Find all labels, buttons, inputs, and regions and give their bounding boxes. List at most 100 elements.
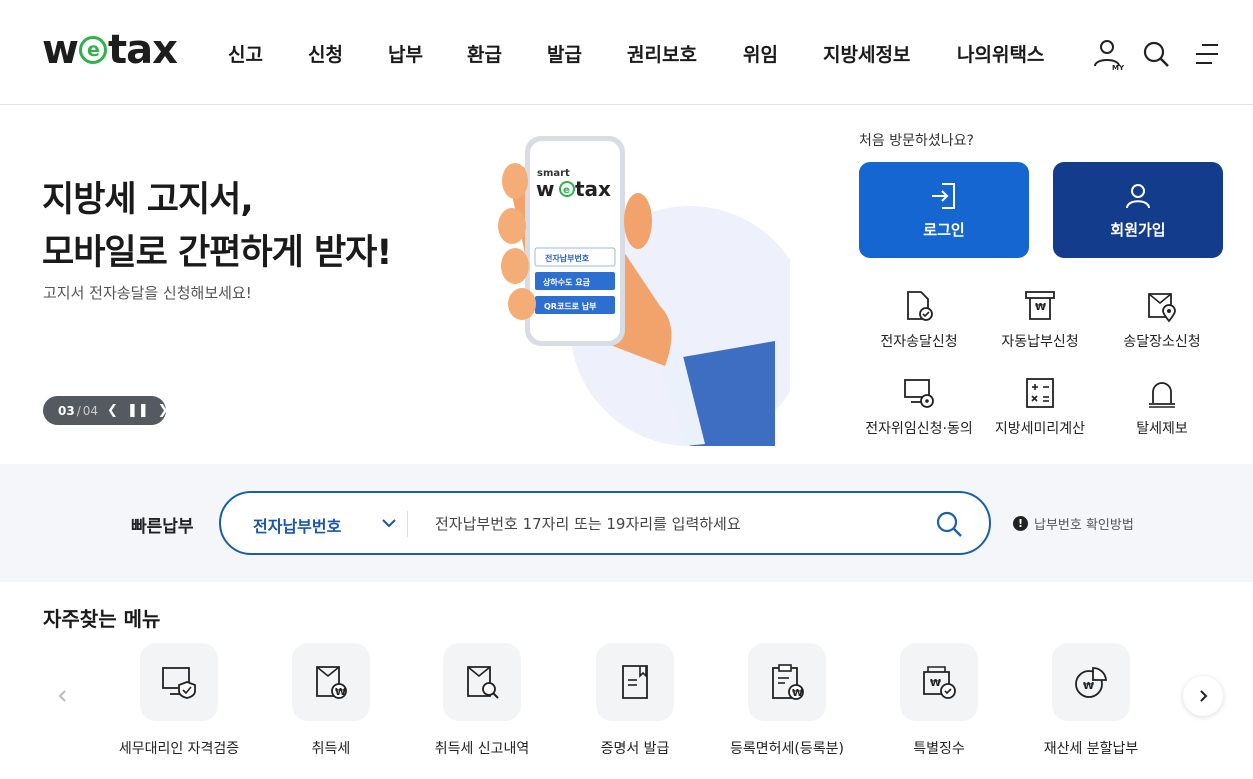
- alert-icon: !: [1013, 516, 1028, 531]
- menu-label: 증명서 발급: [600, 741, 670, 757]
- wetax-logo[interactable]: w e tax: [42, 27, 178, 73]
- quick-pay-label: 빠른납부: [131, 517, 194, 537]
- nav-issue[interactable]: 발급: [547, 40, 582, 67]
- svg-text:₩: ₩: [1035, 302, 1046, 313]
- phone-brand-tax: tax: [575, 177, 611, 201]
- menu-label: 세무대리인 자격검증: [118, 741, 240, 757]
- quick-label: 자동납부신청: [1001, 334, 1079, 350]
- join-label: 회원가입: [1110, 220, 1166, 239]
- chevron-down-icon[interactable]: [381, 515, 397, 531]
- quick-label: 전자송달신청: [880, 334, 958, 350]
- menu-certificate-issue[interactable]: 증명서 발급: [555, 643, 715, 758]
- nav-refund[interactable]: 환급: [467, 40, 502, 67]
- logo-e-mark: e: [78, 36, 107, 64]
- frequent-menu-title: 자주찾는 메뉴: [43, 607, 161, 631]
- hamburger-menu-icon[interactable]: [1192, 38, 1226, 72]
- nav-delegate[interactable]: 위임: [743, 40, 778, 67]
- monitor-shield-icon: [162, 667, 196, 699]
- special-collection-icon: ₩: [923, 666, 956, 699]
- svg-text:₩: ₩: [792, 688, 803, 699]
- pay-number-howto-link[interactable]: ! 납부번호 확인방법: [1013, 514, 1134, 533]
- nav-tax-info[interactable]: 지방세정보: [823, 40, 910, 67]
- hero-banner: 지방세 고지서, 모바일로 간편하게 받자! 고지서 전자송달을 신청해보세요!…: [0, 106, 1253, 464]
- nav-apply[interactable]: 신청: [308, 40, 343, 67]
- clipboard-won-icon: ₩: [772, 664, 804, 700]
- phone-brand-e: e: [563, 185, 570, 196]
- divider: [407, 511, 408, 537]
- pager-pause-icon[interactable]: ❚❚: [127, 403, 149, 418]
- menu-acquisition-tax[interactable]: ₩ 취득세: [251, 643, 411, 758]
- login-label: 로그인: [923, 220, 965, 239]
- quick-auto-pay[interactable]: ₩ 자동납부신청: [980, 289, 1100, 351]
- phone-btn-1: 전자납부번호: [545, 253, 590, 263]
- quick-label: 전자위임신청·동의: [865, 421, 973, 437]
- doc-search-icon: [467, 666, 499, 699]
- quick-delivery-place[interactable]: 송달장소신청: [1102, 289, 1222, 351]
- menu-label: 특별징수: [913, 741, 965, 757]
- user-icon: [1126, 183, 1150, 208]
- calculator-icon: [1026, 378, 1054, 408]
- menu-tax-agent-verify[interactable]: 세무대리인 자격검증: [99, 643, 259, 758]
- menu-label: 취득세: [311, 741, 351, 757]
- hero-title: 지방세 고지서, 모바일로 간편하게 받자!: [42, 174, 392, 280]
- pager-prev-icon[interactable]: ❮: [107, 403, 118, 418]
- menu-label: 재산세 분할납부: [1043, 741, 1139, 757]
- svg-text:₩: ₩: [930, 678, 941, 689]
- phone-brand-w: w: [536, 177, 554, 201]
- my-page-icon[interactable]: MY: [1092, 38, 1126, 72]
- howto-label: 납부번호 확인방법: [1034, 518, 1134, 533]
- hero-title-line1: 지방세 고지서,: [42, 180, 254, 220]
- hero-subtitle: 고지서 전자송달을 신청해보세요!: [43, 284, 252, 302]
- pager-current: 03: [58, 403, 75, 418]
- svg-text:₩: ₩: [1083, 681, 1094, 692]
- menu-property-tax-installment[interactable]: ₩ 재산세 분할납부: [1011, 643, 1171, 758]
- chevron-left-icon: [58, 690, 66, 702]
- login-button[interactable]: 로그인: [859, 162, 1029, 258]
- quick-pay-section: 빠른납부 전자납부번호 ! 납부번호 확인방법: [0, 464, 1253, 582]
- pay-type-select[interactable]: 전자납부번호: [253, 513, 341, 537]
- carousel-prev-button[interactable]: [43, 676, 83, 716]
- location-doc-icon: [1148, 293, 1176, 323]
- certificate-icon: [622, 665, 648, 699]
- nav-rights[interactable]: 권리보호: [627, 40, 697, 67]
- acquisition-tax-icon: ₩: [316, 666, 347, 699]
- login-icon: [932, 182, 955, 209]
- logo-text-tax: tax: [107, 27, 178, 73]
- my-label: MY: [1112, 64, 1125, 72]
- quick-e-delegation[interactable]: 전자위임신청·동의: [859, 376, 979, 438]
- search-icon[interactable]: [1140, 38, 1174, 72]
- pay-number-input[interactable]: [435, 507, 925, 541]
- quick-tax-calc[interactable]: 지방세미리계산: [980, 376, 1100, 438]
- pie-chart-won-icon: ₩: [1075, 667, 1107, 698]
- nav-report[interactable]: 신고: [228, 40, 263, 67]
- quick-label: 탈세제보: [1136, 421, 1188, 437]
- wetax-home: w e tax 신고 신청 납부 환급 발급 권리보호 위임 지방세정보 나의위택스…: [0, 0, 1253, 779]
- document-check-icon: [907, 291, 933, 321]
- menu-registration-license-tax[interactable]: ₩ 등록면허세(등록분): [707, 643, 867, 758]
- carousel-next-button[interactable]: [1183, 676, 1223, 716]
- nav-pay[interactable]: 납부: [388, 40, 423, 67]
- menu-label: 등록면허세(등록분): [730, 741, 844, 757]
- quick-pay-search-box: 전자납부번호: [219, 491, 991, 555]
- menu-label: 취득세 신고내역: [434, 741, 530, 757]
- hero-title-line2: 모바일로 간편하게 받자!: [42, 233, 392, 273]
- pager-next-icon[interactable]: ❯: [158, 403, 169, 418]
- site-header: w e tax 신고 신청 납부 환급 발급 권리보호 위임 지방세정보 나의위택스…: [0, 0, 1253, 105]
- quick-tax-evasion-report[interactable]: 탈세제보: [1102, 376, 1222, 438]
- phone-hand-illustration: smart w e tax 전자납부번호 상하수도 요금 QR코드로 납부: [498, 136, 790, 446]
- phone-btn-3: QR코드로 납부: [544, 301, 597, 311]
- menu-acquisition-tax-history[interactable]: 취득세 신고내역: [402, 643, 562, 758]
- svg-text:₩: ₩: [335, 687, 346, 698]
- menu-special-collection[interactable]: ₩ 특별징수: [859, 643, 1019, 758]
- banner-pager: 03 / 04 ❮ ❚❚ ❯: [43, 396, 169, 425]
- pager-total: 04: [82, 403, 99, 418]
- nav-my-wetax[interactable]: 나의위택스: [957, 40, 1044, 67]
- search-icon[interactable]: [934, 509, 964, 539]
- phone-btn-2: 상하수도 요금: [543, 277, 591, 287]
- quick-e-delivery[interactable]: 전자송달신청: [859, 289, 979, 351]
- join-button[interactable]: 회원가입: [1053, 162, 1223, 258]
- chevron-right-icon: [1200, 690, 1208, 702]
- first-visit-text: 처음 방문하셨나요?: [859, 133, 974, 149]
- auto-pay-icon: ₩: [1025, 291, 1055, 320]
- monitor-lock-icon: [904, 379, 934, 408]
